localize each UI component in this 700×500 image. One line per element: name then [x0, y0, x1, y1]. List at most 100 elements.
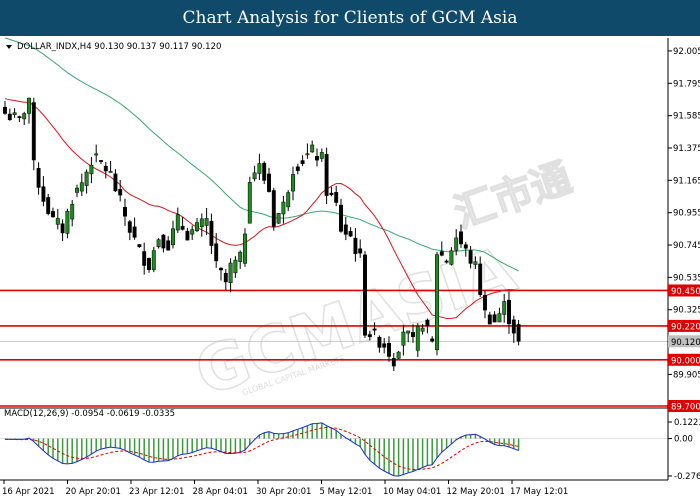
- candle-body: [12, 112, 17, 116]
- candle-body: [339, 204, 343, 232]
- candle-body: [483, 295, 487, 311]
- candle-body: [79, 182, 84, 192]
- candle-body: [209, 220, 214, 246]
- candle: [396, 350, 401, 360]
- candle-body: [137, 244, 142, 248]
- time-tick-label: 28 Apr 04:01: [193, 487, 248, 497]
- candle-body: [372, 328, 377, 331]
- macd-tick-label: 0.00: [674, 435, 693, 445]
- candle-body: [123, 207, 127, 217]
- candle-body: [233, 259, 238, 274]
- candle-body: [281, 201, 286, 215]
- candle-body: [41, 186, 46, 202]
- macd-tick-label: 0.1223: [674, 418, 700, 428]
- candle-body: [406, 330, 411, 334]
- candle-body: [51, 211, 55, 218]
- candle: [243, 228, 247, 267]
- candle-body: [343, 224, 348, 235]
- chart-banner: Chart Analysis for Clients of GCM Asia: [0, 0, 700, 36]
- candle-body: [478, 263, 483, 295]
- price-tick-label: 91.585: [673, 112, 700, 122]
- candle-body: [463, 244, 468, 249]
- candle-body: [132, 226, 137, 238]
- candle-body: [60, 223, 65, 234]
- candle-body: [247, 182, 252, 224]
- candle-body: [334, 192, 339, 203]
- candle-body: [324, 154, 329, 196]
- candle-body: [175, 214, 180, 231]
- candle-body: [17, 116, 22, 118]
- candle-body: [214, 243, 219, 262]
- macd-tick-label: -0.2766: [674, 472, 700, 482]
- candle-body: [396, 351, 401, 359]
- candle-body: [185, 230, 190, 241]
- candle: [363, 251, 367, 339]
- candle: [151, 246, 156, 273]
- candle-body: [348, 231, 353, 237]
- candle-body: [7, 113, 12, 121]
- candle-body: [367, 334, 372, 338]
- time-tick-label: 20 Apr 20:01: [66, 487, 121, 497]
- price-tick-label: 91.795: [673, 79, 700, 89]
- candle: [276, 212, 281, 224]
- candle-body: [103, 165, 108, 172]
- candle-body: [420, 327, 425, 332]
- candle-body: [55, 218, 60, 225]
- candle-body: [75, 187, 79, 193]
- candle: [435, 251, 439, 356]
- level-tag: 90.220: [671, 322, 700, 332]
- candle-body: [3, 106, 7, 114]
- time-tick-label: 12 May 20:01: [447, 487, 505, 497]
- candle: [31, 97, 36, 171]
- candle-body: [382, 343, 387, 348]
- candle-body: [439, 251, 444, 256]
- candle-body: [70, 204, 75, 220]
- candle-body: [243, 233, 247, 264]
- price-tick-label: 90.745: [673, 241, 700, 251]
- candle-body: [291, 174, 295, 192]
- macd-header: MACD(12,26,9) -0.0954 -0.0619 -0.0335: [4, 409, 175, 419]
- candle-body: [31, 102, 36, 161]
- level-tag: 89.700: [671, 403, 700, 413]
- candle-body: [238, 251, 243, 262]
- price-chart[interactable]: GCMASIA 汇市通 GLOBAL CAPITAL MARKETS DOLLA…: [0, 36, 700, 500]
- candle-body: [329, 192, 334, 196]
- candle-body: [151, 250, 156, 270]
- candle-body: [276, 213, 281, 224]
- candle-body: [300, 160, 305, 164]
- candle-body: [118, 189, 123, 196]
- candle-body: [99, 160, 103, 162]
- candle-body: [36, 167, 41, 188]
- candle-body: [94, 153, 99, 156]
- candle: [324, 147, 329, 205]
- candle-body: [516, 324, 521, 342]
- candle-body: [252, 172, 257, 180]
- price-tick-label: 90.325: [673, 306, 700, 316]
- candle-body: [449, 250, 454, 265]
- candle-body: [430, 338, 435, 342]
- candle-body: [310, 144, 315, 153]
- candle-body: [46, 197, 51, 214]
- candle: [271, 187, 276, 231]
- candle-body: [391, 357, 396, 367]
- candle: [247, 176, 252, 224]
- candle-body: [387, 343, 391, 357]
- candle-body: [195, 222, 199, 232]
- candle-body: [65, 210, 70, 234]
- candle-body: [401, 331, 406, 346]
- candle-body: [358, 248, 363, 254]
- candle-body: [267, 173, 271, 192]
- candle-body: [473, 261, 478, 265]
- chart-background: [0, 36, 700, 500]
- candle-body: [502, 301, 507, 315]
- level-tag: 90.450: [671, 287, 700, 297]
- time-tick-label: 17 May 12:01: [510, 487, 568, 497]
- candle-body: [315, 156, 319, 161]
- candle-body: [305, 153, 310, 156]
- candle-body: [223, 272, 228, 283]
- candle-body: [468, 250, 473, 264]
- candle-body: [262, 162, 267, 181]
- time-tick-label: 5 May 12:01: [320, 487, 373, 497]
- candle-body: [84, 171, 89, 186]
- candle-body: [219, 267, 223, 271]
